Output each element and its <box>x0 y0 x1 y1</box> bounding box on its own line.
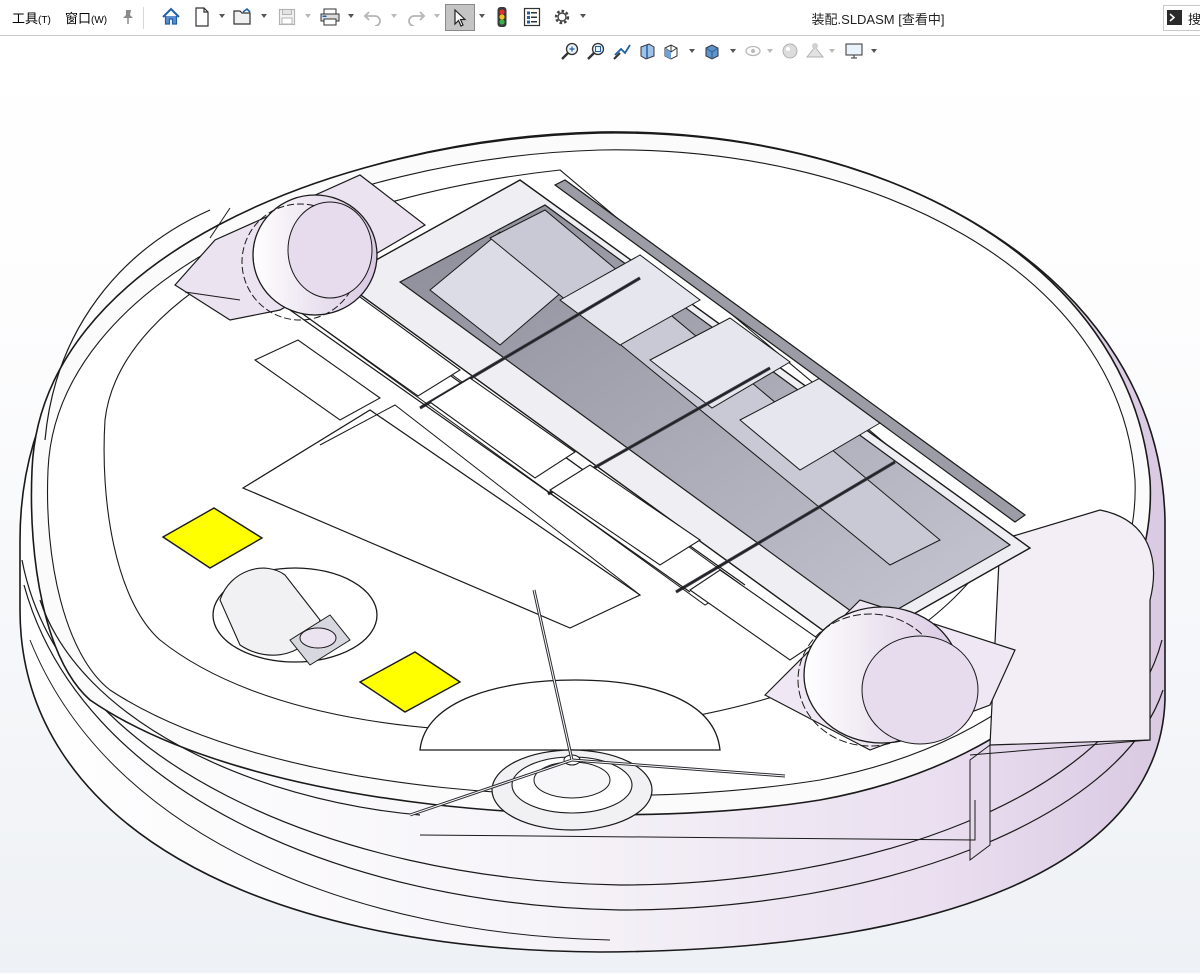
redo-button[interactable] <box>404 5 428 29</box>
zoom-to-area-icon <box>587 42 605 60</box>
options-button[interactable] <box>550 5 574 29</box>
rebuild-button[interactable] <box>490 5 514 29</box>
select-button[interactable] <box>445 4 475 31</box>
options-dropdown-arrow[interactable] <box>580 14 586 18</box>
apply-scene-button[interactable] <box>804 40 826 62</box>
file-properties-icon <box>523 7 541 27</box>
redo-dropdown-arrow[interactable] <box>434 14 440 18</box>
file-properties-button[interactable] <box>520 5 544 29</box>
options-icon <box>554 9 570 25</box>
previous-view-button[interactable] <box>611 40 633 62</box>
save-icon <box>278 8 296 26</box>
view-orientation-button[interactable] <box>660 40 682 62</box>
graphics-area[interactable] <box>0 36 1200 973</box>
pin-icon[interactable] <box>121 9 135 25</box>
undo-dropdown-arrow[interactable] <box>391 14 397 18</box>
zoom-to-fit-button[interactable] <box>559 40 581 62</box>
print-icon <box>320 8 340 26</box>
save-dropdown-arrow[interactable] <box>305 14 311 18</box>
view-settings-dropdown-arrow[interactable] <box>871 49 877 53</box>
apply-scene-icon <box>805 43 825 58</box>
display-style-button[interactable] <box>701 40 723 62</box>
hide-show-items-button[interactable] <box>742 40 764 62</box>
undo-button[interactable] <box>361 5 385 29</box>
view-orientation-dropdown-arrow[interactable] <box>689 49 695 53</box>
hide-show-items-icon <box>745 45 761 57</box>
zoom-to-fit-icon <box>561 42 579 60</box>
open-button[interactable] <box>231 5 255 29</box>
home-button[interactable] <box>159 5 183 29</box>
search-commands-box[interactable]: 搜 <box>1163 5 1200 31</box>
hide-show-dropdown-arrow[interactable] <box>767 49 773 53</box>
edit-appearance-icon <box>782 43 798 59</box>
apply-scene-dropdown-arrow[interactable] <box>829 49 835 53</box>
open-icon <box>233 7 251 25</box>
redo-icon <box>408 11 426 26</box>
display-style-dropdown-arrow[interactable] <box>730 49 736 53</box>
view-orientation-icon <box>664 44 678 60</box>
print-dropdown-arrow[interactable] <box>348 14 354 18</box>
view-settings-icon <box>845 43 863 59</box>
menu-window[interactable]: 窗口(W) <box>65 8 107 27</box>
search-commands-label: 搜 <box>1188 12 1200 27</box>
menu-tools[interactable]: 工具(T) <box>12 8 51 27</box>
select-icon <box>454 8 467 27</box>
section-view-button[interactable] <box>636 40 658 62</box>
select-dropdown-arrow[interactable] <box>479 14 485 18</box>
robot-vacuum-model <box>19 131 1166 953</box>
new-dropdown-arrow[interactable] <box>219 14 225 18</box>
command-prompt-icon <box>1167 10 1182 25</box>
home-icon <box>162 7 180 25</box>
edit-appearance-button[interactable] <box>779 40 801 62</box>
rebuild-icon <box>497 7 507 27</box>
view-settings-button[interactable] <box>843 40 865 62</box>
open-dropdown-arrow[interactable] <box>261 14 267 18</box>
display-style-icon <box>705 44 719 60</box>
previous-view-icon <box>613 44 631 60</box>
undo-icon <box>363 11 381 26</box>
toolbar-separator <box>143 7 144 29</box>
new-document-button[interactable] <box>190 5 214 29</box>
new-document-icon <box>195 7 209 27</box>
save-button[interactable] <box>275 5 299 29</box>
document-title: 装配.SLDASM [查看中] <box>811 12 945 27</box>
zoom-to-area-button[interactable] <box>585 40 607 62</box>
command-bar: 工具(T) 窗口(W) 装配.SLDASM [查看中] 搜 <box>0 0 1200 36</box>
section-view-icon <box>640 43 655 60</box>
print-button[interactable] <box>318 5 342 29</box>
